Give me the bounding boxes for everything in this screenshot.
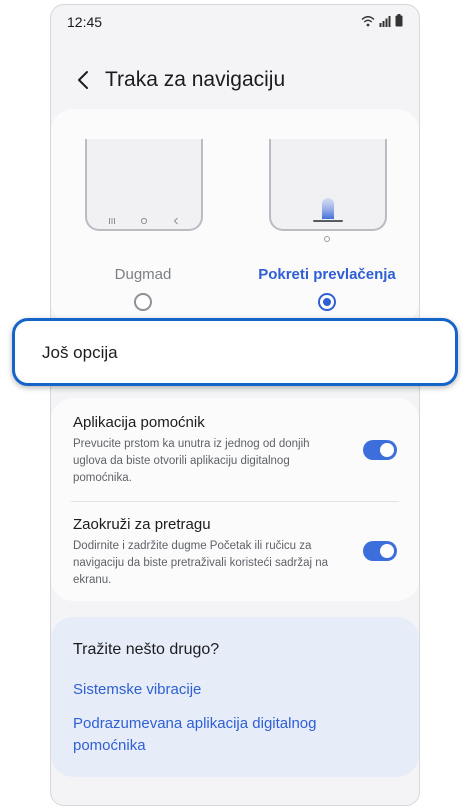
setting-circle-to-search[interactable]: Zaokruži za pretragu Dodirnite i zadržit…	[51, 516, 419, 592]
home-icon	[140, 217, 148, 225]
divider	[71, 501, 399, 502]
setting-description: Dodirnite i zadržite dugme Početak ili r…	[73, 540, 329, 586]
option-swipe-label: Pokreti prevlačenja	[258, 266, 396, 283]
option-buttons[interactable]: Dugmad	[51, 109, 235, 324]
page-header: Traka za navigaciju	[51, 59, 419, 103]
gestures-preview	[269, 139, 387, 231]
setting-title: Aplikacija pomoćnik	[73, 414, 205, 431]
circle-to-search-toggle[interactable]	[363, 541, 397, 561]
option-swipe-gestures[interactable]: Pokreti prevlačenja	[235, 109, 419, 324]
assistant-app-toggle[interactable]	[363, 440, 397, 460]
status-time: 12:45	[67, 14, 103, 30]
option-buttons-label: Dugmad	[114, 266, 172, 283]
wifi-icon	[361, 15, 375, 26]
recents-icon	[109, 218, 115, 224]
phone-screen: 12:45 Traka za navigaciju Dugmad Pokreti…	[50, 4, 420, 806]
signal-icon	[379, 15, 391, 27]
page-indicator-dot	[324, 236, 330, 242]
back-nav-icon	[173, 217, 178, 225]
back-button[interactable]	[69, 65, 97, 95]
setting-assistant-app[interactable]: Aplikacija pomoćnik Prevucite prstom ka …	[51, 414, 419, 500]
swipe-gesture-icon	[313, 198, 343, 222]
radio-swipe-gestures[interactable]	[318, 293, 336, 311]
status-bar: 12:45	[51, 5, 419, 39]
radio-buttons[interactable]	[134, 293, 152, 311]
page-title: Traka za navigaciju	[105, 68, 286, 91]
navigation-type-card: Dugmad Pokreti prevlačenja	[51, 109, 419, 324]
battery-icon	[395, 14, 403, 27]
buttons-preview	[85, 139, 203, 231]
suggestions-title: Tražite nešto drugo?	[73, 641, 220, 658]
chevron-left-icon	[78, 71, 88, 89]
status-icons	[361, 14, 403, 27]
setting-title: Zaokruži za pretragu	[73, 516, 211, 533]
nav-buttons-bar	[87, 213, 201, 229]
link-system-vibration[interactable]: Sistemske vibracije	[73, 679, 201, 701]
setting-description: Prevucite prstom ka unutra iz jednog od …	[73, 438, 310, 484]
suggestions-card: Tražite nešto drugo? Sistemske vibracije…	[51, 617, 419, 777]
settings-card: Aplikacija pomoćnik Prevucite prstom ka …	[51, 398, 419, 601]
more-options-button[interactable]: Još opcija	[12, 318, 458, 386]
more-options-label: Još opcija	[42, 343, 118, 362]
link-default-assistant-app[interactable]: Podrazumevana aplikacija digitalnog pomo…	[73, 713, 373, 757]
